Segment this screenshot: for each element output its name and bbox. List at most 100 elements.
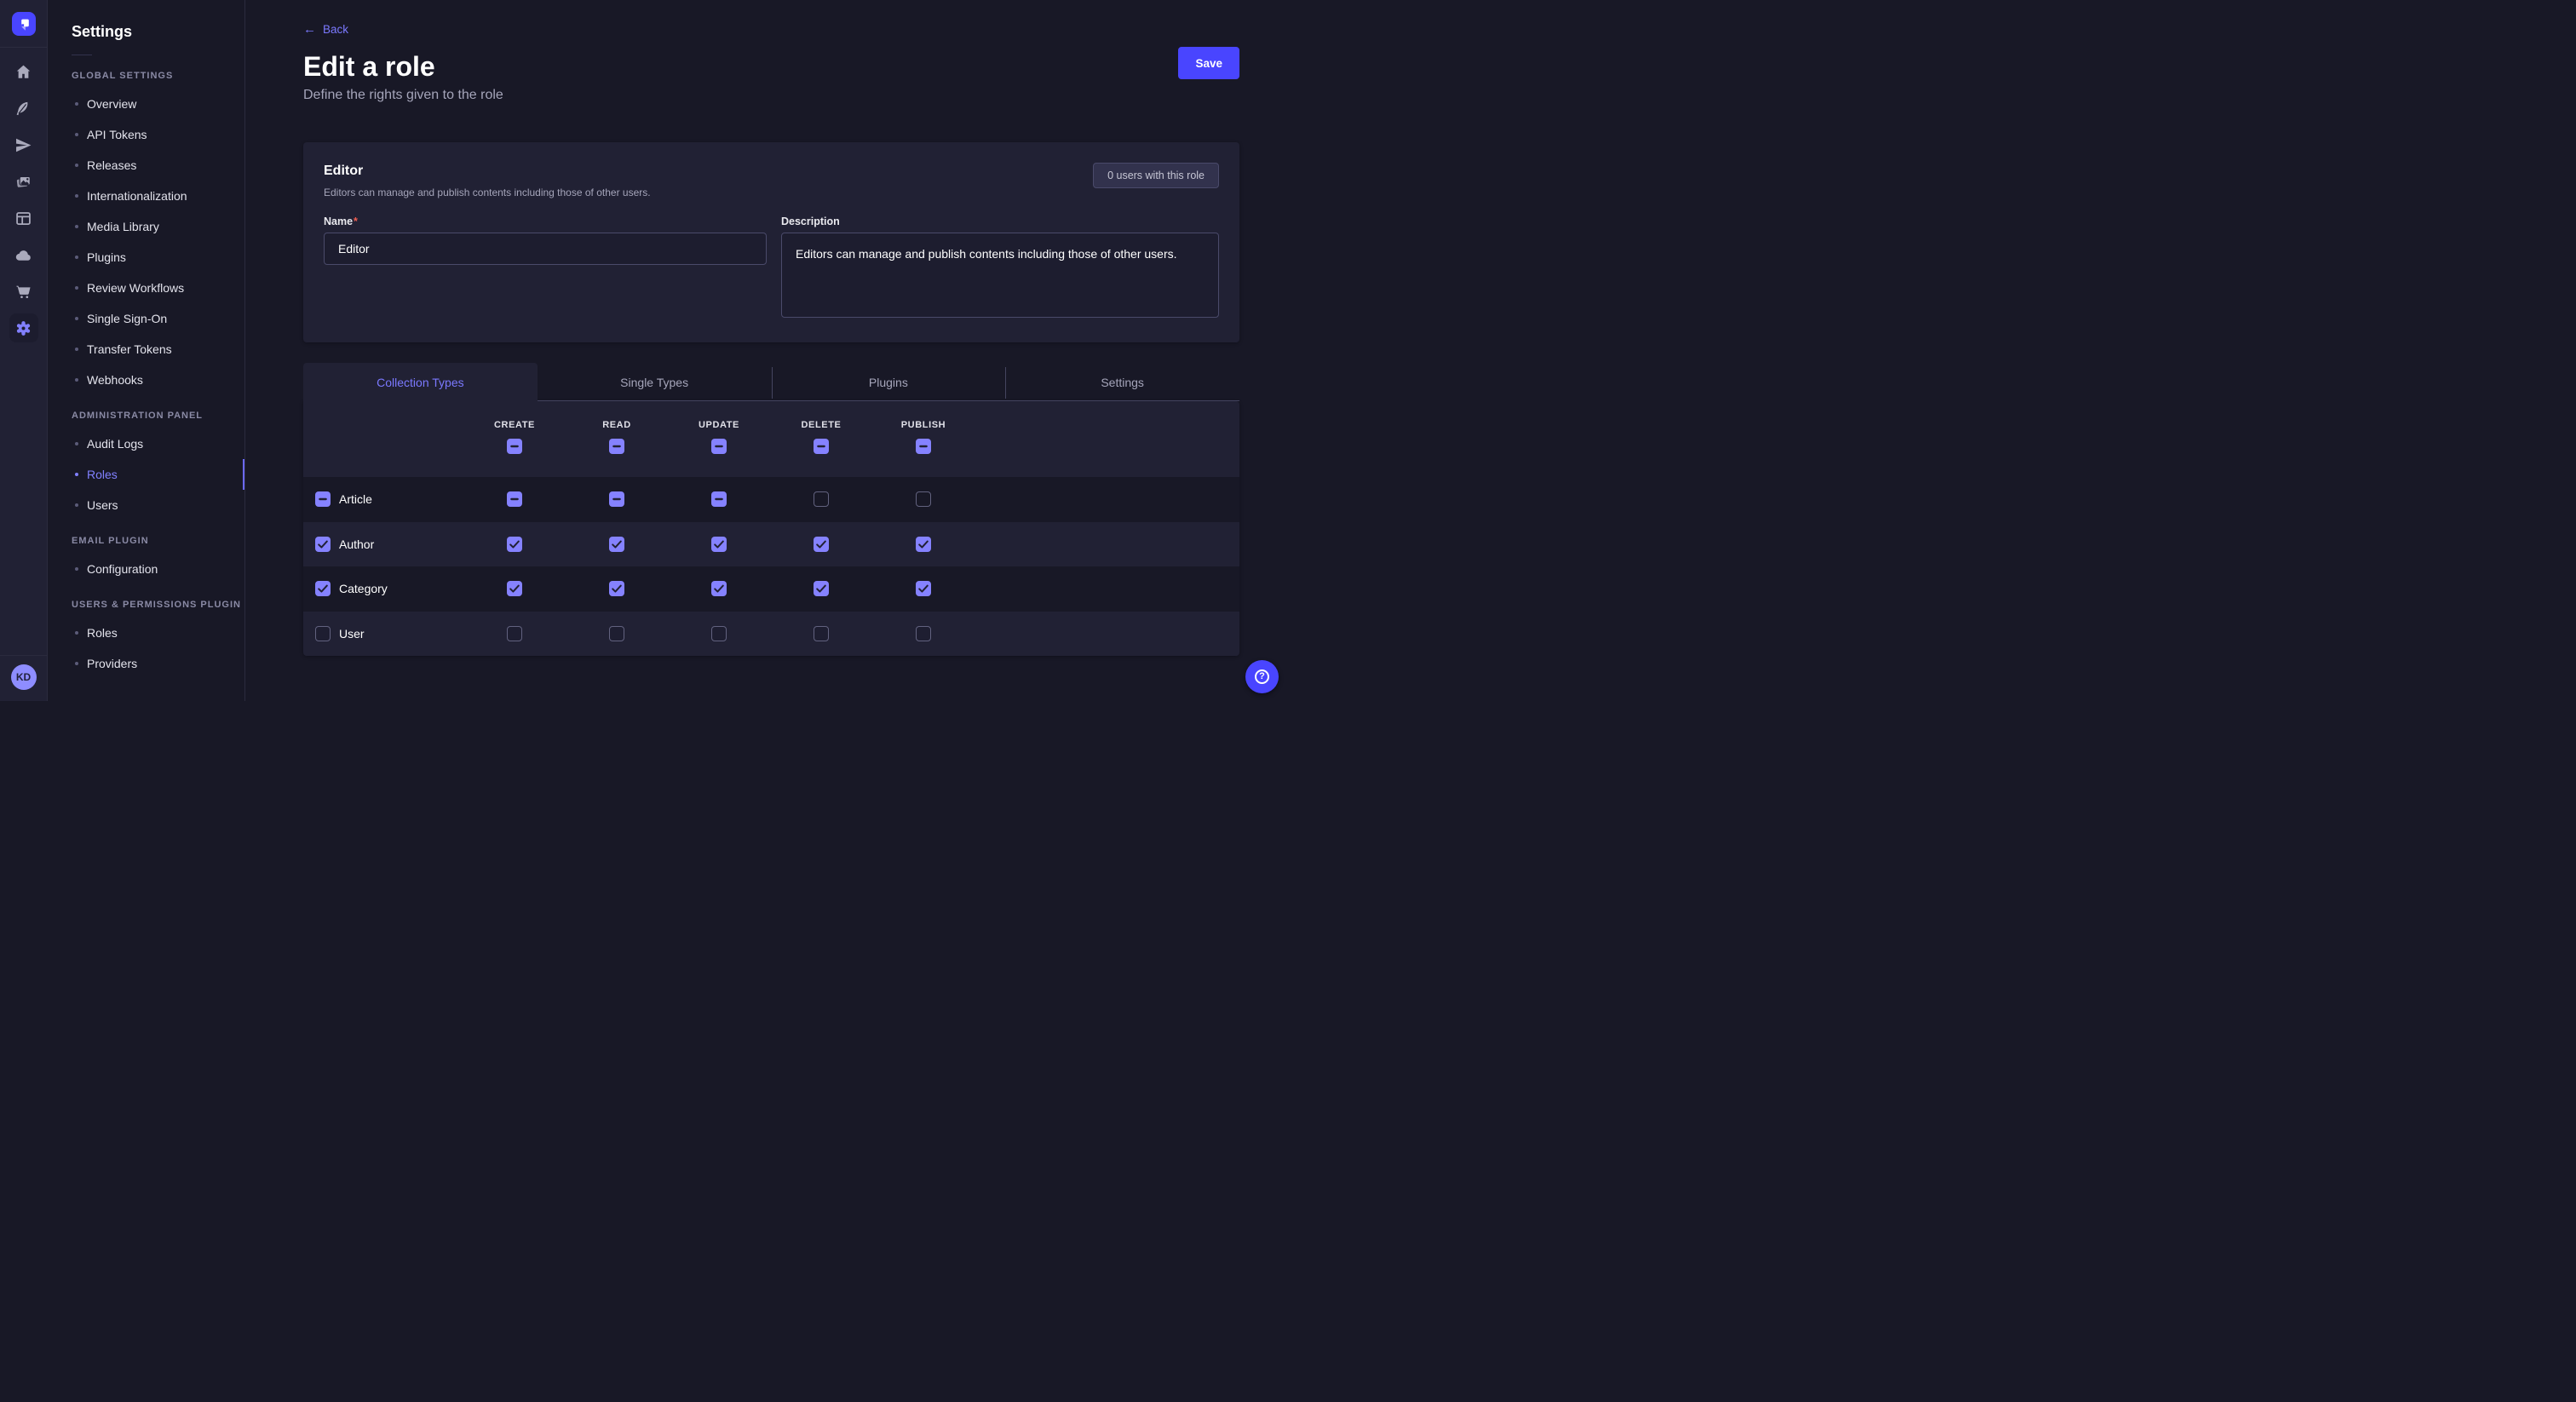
checkbox-unchecked[interactable] — [814, 491, 829, 507]
column-header-delete: DELETE — [770, 401, 872, 477]
sidebar-item-plugins[interactable]: Plugins — [48, 242, 244, 273]
permission-cell — [770, 626, 872, 641]
sidebar-section-users-permissions-plugin: USERS & PERMISSIONS PLUGINRolesProviders — [48, 599, 244, 679]
rail-footer: KD — [0, 655, 47, 701]
sidebar-item-overview[interactable]: Overview — [48, 89, 244, 119]
sidebar-title: Settings — [48, 21, 244, 42]
cart-icon[interactable] — [9, 277, 38, 306]
sidebar-item-media-library[interactable]: Media Library — [48, 211, 244, 242]
sidebar-section-email-plugin: EMAIL PLUGINConfiguration — [48, 535, 244, 584]
checkbox-indeterminate[interactable] — [916, 439, 931, 454]
role-name-input[interactable] — [324, 233, 767, 265]
permissions-rows: ArticleAuthorCategoryUser — [303, 477, 1239, 656]
checkbox-indeterminate[interactable] — [814, 439, 829, 454]
sidebar-item-transfer-tokens[interactable]: Transfer Tokens — [48, 334, 244, 365]
page-subtitle: Define the rights given to the role — [303, 87, 1239, 104]
checkbox-indeterminate[interactable] — [609, 439, 624, 454]
back-arrow-icon: ← — [303, 23, 316, 36]
column-header-create: CREATE — [463, 401, 566, 477]
sidebar-item-releases[interactable]: Releases — [48, 150, 244, 181]
images-icon[interactable] — [9, 167, 38, 196]
column-label: CREATE — [494, 419, 535, 431]
sidebar-item-single-sign-on[interactable]: Single Sign-On — [48, 303, 244, 334]
checkbox-indeterminate[interactable] — [711, 491, 727, 507]
sidebar-item-label: Audit Logs — [87, 436, 143, 451]
sidebar-item-webhooks[interactable]: Webhooks — [48, 365, 244, 395]
checkbox-checked[interactable] — [814, 581, 829, 596]
checkbox-checked[interactable] — [315, 537, 331, 552]
layout-icon[interactable] — [9, 204, 38, 233]
strapi-logo[interactable] — [12, 12, 36, 36]
paper-plane-icon[interactable] — [9, 130, 38, 159]
checkbox-indeterminate[interactable] — [609, 491, 624, 507]
cloud-icon[interactable] — [9, 240, 38, 269]
sidebar-item-label: Users — [87, 497, 118, 513]
checkbox-checked[interactable] — [916, 537, 931, 552]
permission-cell — [770, 581, 872, 596]
save-button[interactable]: Save — [1178, 47, 1239, 79]
tab-settings[interactable]: Settings — [1005, 363, 1239, 401]
checkbox-indeterminate[interactable] — [507, 439, 522, 454]
rail-header — [0, 0, 47, 48]
permission-cell — [566, 581, 668, 596]
bullet-icon — [75, 378, 78, 382]
gear-icon[interactable] — [9, 313, 38, 342]
tab-bar: Collection TypesSingle TypesPluginsSetti… — [303, 363, 1239, 401]
checkbox-checked[interactable] — [711, 537, 727, 552]
permission-cell — [770, 537, 872, 552]
bullet-icon — [75, 194, 78, 198]
help-button[interactable]: ? — [1245, 660, 1279, 693]
sidebar-item-label: Internationalization — [87, 188, 187, 204]
sidebar-item-api-tokens[interactable]: API Tokens — [48, 119, 244, 150]
checkbox-checked[interactable] — [315, 581, 331, 596]
permission-cell — [566, 491, 668, 507]
sidebar-item-roles[interactable]: Roles — [48, 459, 244, 490]
sidebar-item-users[interactable]: Users — [48, 490, 244, 520]
tab-single-types[interactable]: Single Types — [538, 363, 772, 401]
checkbox-indeterminate[interactable] — [507, 491, 522, 507]
role-details-card: Editor Editors can manage and publish co… — [303, 142, 1239, 342]
sidebar-item-label: Transfer Tokens — [87, 342, 172, 357]
checkbox-unchecked[interactable] — [315, 626, 331, 641]
permission-row-user: User — [303, 612, 1239, 657]
sidebar-item-audit-logs[interactable]: Audit Logs — [48, 428, 244, 459]
sidebar-item-internationalization[interactable]: Internationalization — [48, 181, 244, 211]
sidebar-item-review-workflows[interactable]: Review Workflows — [48, 273, 244, 303]
required-mark: * — [354, 215, 358, 227]
strapi-logo-icon — [14, 14, 34, 34]
checkbox-unchecked[interactable] — [507, 626, 522, 641]
checkbox-checked[interactable] — [507, 537, 522, 552]
checkbox-checked[interactable] — [916, 581, 931, 596]
back-link[interactable]: ← Back — [303, 23, 348, 37]
bullet-icon — [75, 164, 78, 167]
row-label-cell: User — [303, 626, 463, 641]
avatar[interactable]: KD — [11, 664, 37, 690]
checkbox-checked[interactable] — [609, 581, 624, 596]
checkbox-unchecked[interactable] — [916, 626, 931, 641]
home-icon[interactable] — [9, 57, 38, 86]
checkbox-unchecked[interactable] — [711, 626, 727, 641]
tab-plugins[interactable]: Plugins — [772, 363, 1006, 401]
checkbox-indeterminate[interactable] — [315, 491, 331, 507]
checkbox-checked[interactable] — [507, 581, 522, 596]
checkbox-checked[interactable] — [609, 537, 624, 552]
sidebar-section-global-settings: GLOBAL SETTINGSOverviewAPI TokensRelease… — [48, 70, 244, 395]
checkbox-unchecked[interactable] — [609, 626, 624, 641]
permission-cell — [872, 581, 975, 596]
checkbox-checked[interactable] — [711, 581, 727, 596]
role-card-heading-group: Editor Editors can manage and publish co… — [324, 163, 651, 199]
column-header-publish: PUBLISH — [872, 401, 975, 477]
role-title: Editor — [324, 163, 651, 180]
tab-collection-types[interactable]: Collection Types — [303, 363, 538, 401]
feather-icon[interactable] — [9, 94, 38, 123]
checkbox-unchecked[interactable] — [916, 491, 931, 507]
checkbox-unchecked[interactable] — [814, 626, 829, 641]
checkbox-indeterminate[interactable] — [711, 439, 727, 454]
sidebar-item-providers[interactable]: Providers — [48, 648, 244, 679]
role-description-textarea[interactable]: Editors can manage and publish contents … — [781, 233, 1219, 318]
sidebar-item-roles[interactable]: Roles — [48, 618, 244, 648]
checkbox-checked[interactable] — [814, 537, 829, 552]
row-label-cell: Category — [303, 581, 463, 596]
column-label: READ — [602, 419, 631, 431]
sidebar-item-configuration[interactable]: Configuration — [48, 554, 244, 584]
